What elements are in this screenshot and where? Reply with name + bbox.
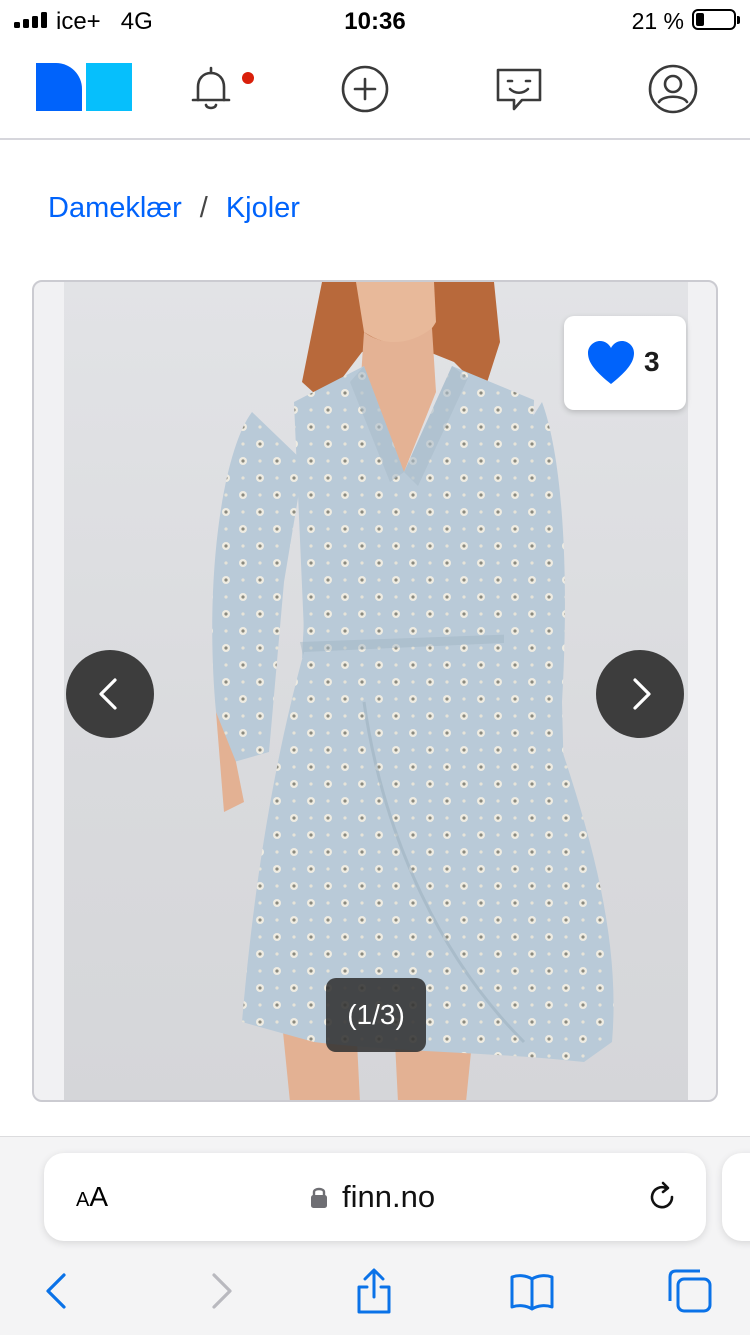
battery-percent: 21 % [631, 8, 684, 34]
url-text[interactable]: finn.no [342, 1179, 435, 1215]
text-size-button[interactable]: AA [76, 1181, 108, 1213]
chevron-right-icon [633, 678, 651, 710]
favorite-button[interactable]: 3 [564, 316, 686, 410]
breadcrumb-link-kjoler[interactable]: Kjoler [226, 192, 300, 224]
app-header [0, 44, 750, 140]
reload-icon[interactable] [644, 1179, 680, 1215]
battery-icon [692, 9, 740, 30]
next-image-button[interactable] [596, 650, 684, 738]
tabs-icon[interactable] [666, 1267, 714, 1315]
back-icon[interactable] [34, 1267, 82, 1315]
image-gallery[interactable]: 3 (1/3) [32, 280, 718, 1102]
chevron-left-icon [99, 678, 117, 710]
breadcrumb: Dameklær / Kjoler [48, 192, 300, 225]
forward-icon[interactable] [196, 1267, 244, 1315]
breadcrumb-link-dameklaer[interactable]: Dameklær [48, 192, 182, 224]
profile-icon[interactable] [646, 62, 700, 116]
share-icon[interactable] [350, 1267, 398, 1315]
finn-logo[interactable] [36, 63, 132, 111]
address-bar[interactable]: AA finn.no [44, 1153, 706, 1241]
browser-nav-bar [0, 1267, 750, 1321]
status-bar: ice+ 4G 10:36 21 % [0, 0, 750, 44]
chat-icon[interactable] [492, 62, 546, 116]
browser-toolbar: AA finn.no [0, 1136, 750, 1335]
next-tab-peek[interactable] [722, 1153, 750, 1241]
favorite-count: 3 [644, 346, 660, 377]
bookmarks-icon[interactable] [508, 1267, 556, 1315]
plus-circle-icon[interactable] [338, 62, 392, 116]
breadcrumb-separator: / [199, 192, 208, 224]
notification-dot [242, 72, 254, 84]
previous-image-button[interactable] [66, 650, 154, 738]
heart-icon [588, 341, 634, 384]
lock-icon [311, 1187, 327, 1208]
bell-icon[interactable] [184, 62, 238, 116]
image-counter: (1/3) [326, 978, 426, 1052]
